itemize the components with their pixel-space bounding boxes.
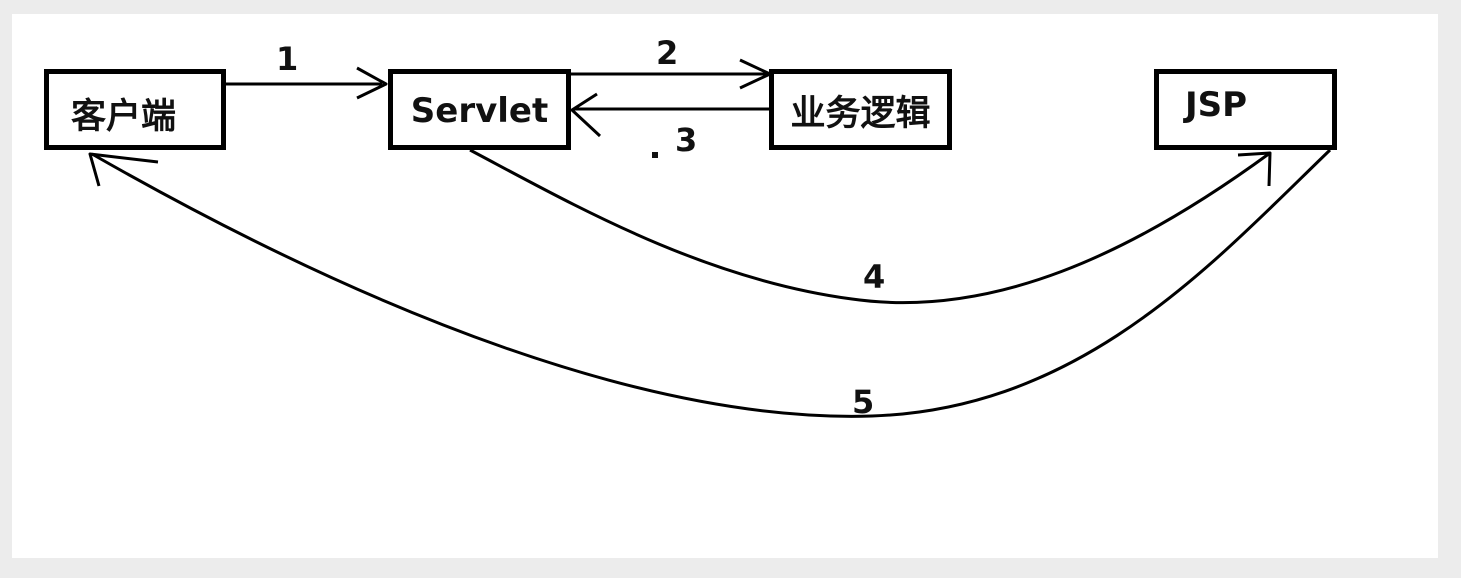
diagram-canvas: 客户端 Servlet 业务逻辑 JSP 1 2 3 4 5 xyxy=(12,14,1438,558)
edge-1-label: 1 xyxy=(276,40,299,78)
stray-dot-mark xyxy=(652,152,658,158)
edge-4-label: 4 xyxy=(863,258,886,296)
edge-5-jsp-to-client xyxy=(88,148,1332,418)
node-business-logic-label: 业务逻辑 xyxy=(790,94,931,134)
node-client-label: 客户端 xyxy=(71,97,177,137)
edge-5-label: 5 xyxy=(852,383,875,421)
node-jsp: JSP xyxy=(1154,69,1337,150)
edge-3-logic-to-servlet xyxy=(570,92,769,138)
node-servlet-label: Servlet xyxy=(410,90,549,131)
edge-2-label: 2 xyxy=(656,34,679,72)
edge-3-label: 3 xyxy=(675,121,698,159)
node-business-logic: 业务逻辑 xyxy=(769,69,952,150)
node-servlet: Servlet xyxy=(388,69,571,150)
node-client: 客户端 xyxy=(44,69,226,150)
node-jsp-label: JSP xyxy=(1185,84,1248,125)
edge-1-client-to-servlet xyxy=(226,66,388,100)
